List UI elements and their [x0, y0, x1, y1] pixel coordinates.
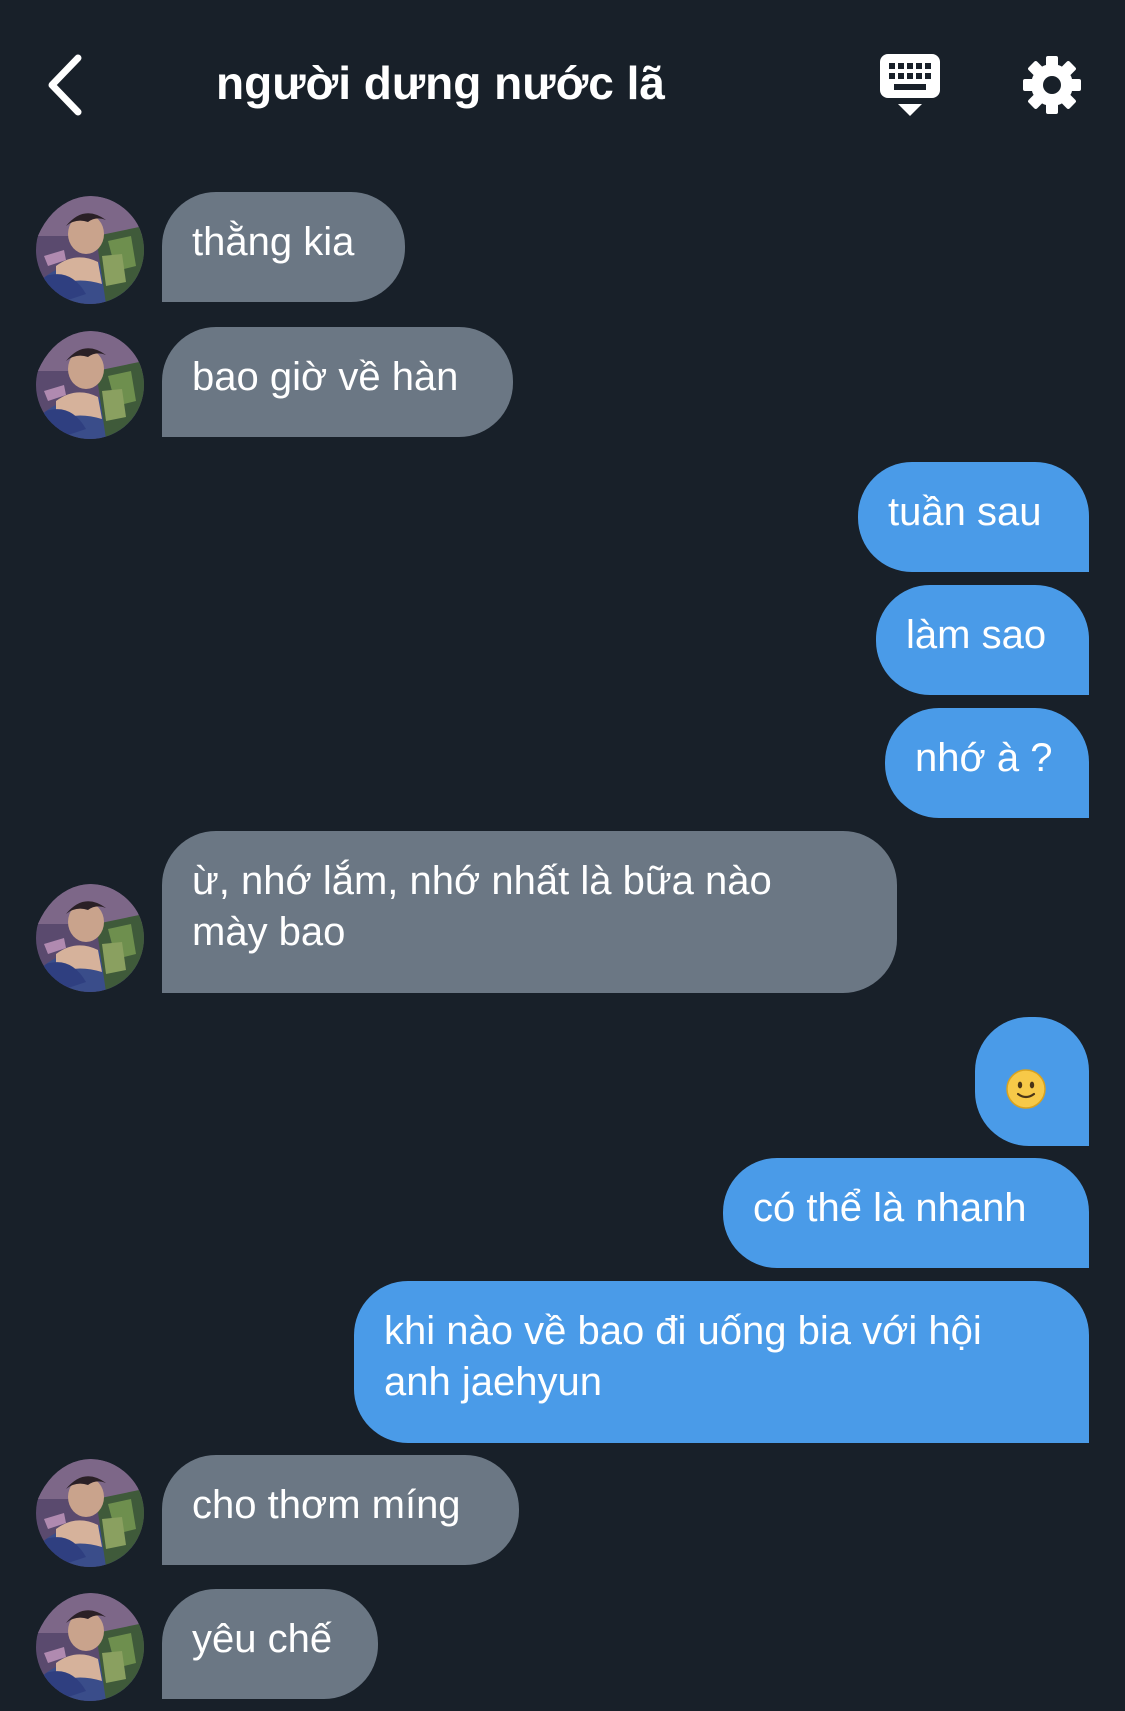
avatar-image — [36, 196, 144, 304]
message-text: yêu chế — [192, 1617, 333, 1661]
avatar[interactable] — [36, 331, 144, 439]
message-text: ừ, nhớ lắm, nhớ nhất là bữa nào mày bao — [192, 859, 772, 954]
avatar-image — [36, 1459, 144, 1567]
message-text: tuần sau — [888, 490, 1042, 534]
avatar-image — [36, 331, 144, 439]
incoming-message-bubble[interactable]: ừ, nhớ lắm, nhớ nhất là bữa nào mày bao — [162, 831, 897, 993]
avatar[interactable] — [36, 1459, 144, 1567]
message-text: khi nào về bao đi uống bia với hội anh j… — [384, 1309, 982, 1404]
outgoing-message-bubble[interactable]: tuần sau — [858, 462, 1089, 572]
message-text: bao giờ về hàn — [192, 355, 459, 399]
avatar[interactable] — [36, 884, 144, 992]
incoming-message-bubble[interactable]: thằng kia — [162, 192, 405, 302]
outgoing-message-bubble[interactable]: có thể là nhanh — [723, 1158, 1089, 1268]
avatar[interactable] — [36, 1593, 144, 1701]
avatar-image — [36, 1593, 144, 1701]
message-text: làm sao — [906, 613, 1047, 657]
outgoing-message-bubble[interactable]: nhớ à ? — [885, 708, 1089, 818]
incoming-message-bubble[interactable]: cho thơm míng — [162, 1455, 519, 1565]
message-thread: thằng kia bao giờ về hàn tuần sau làm sa… — [0, 0, 1125, 1711]
outgoing-message-bubble[interactable]: khi nào về bao đi uống bia với hội anh j… — [354, 1281, 1089, 1443]
outgoing-emoji-bubble[interactable] — [975, 1017, 1089, 1146]
message-text: có thể là nhanh — [753, 1186, 1027, 1230]
avatar[interactable] — [36, 196, 144, 304]
slightly-smiling-face-icon — [1006, 1069, 1046, 1109]
message-text: nhớ à ? — [915, 736, 1053, 780]
outgoing-message-bubble[interactable]: làm sao — [876, 585, 1089, 695]
message-text: thằng kia — [192, 220, 355, 264]
avatar-image — [36, 884, 144, 992]
incoming-message-bubble[interactable]: yêu chế — [162, 1589, 378, 1699]
message-text: cho thơm míng — [192, 1483, 461, 1527]
incoming-message-bubble[interactable]: bao giờ về hàn — [162, 327, 513, 437]
